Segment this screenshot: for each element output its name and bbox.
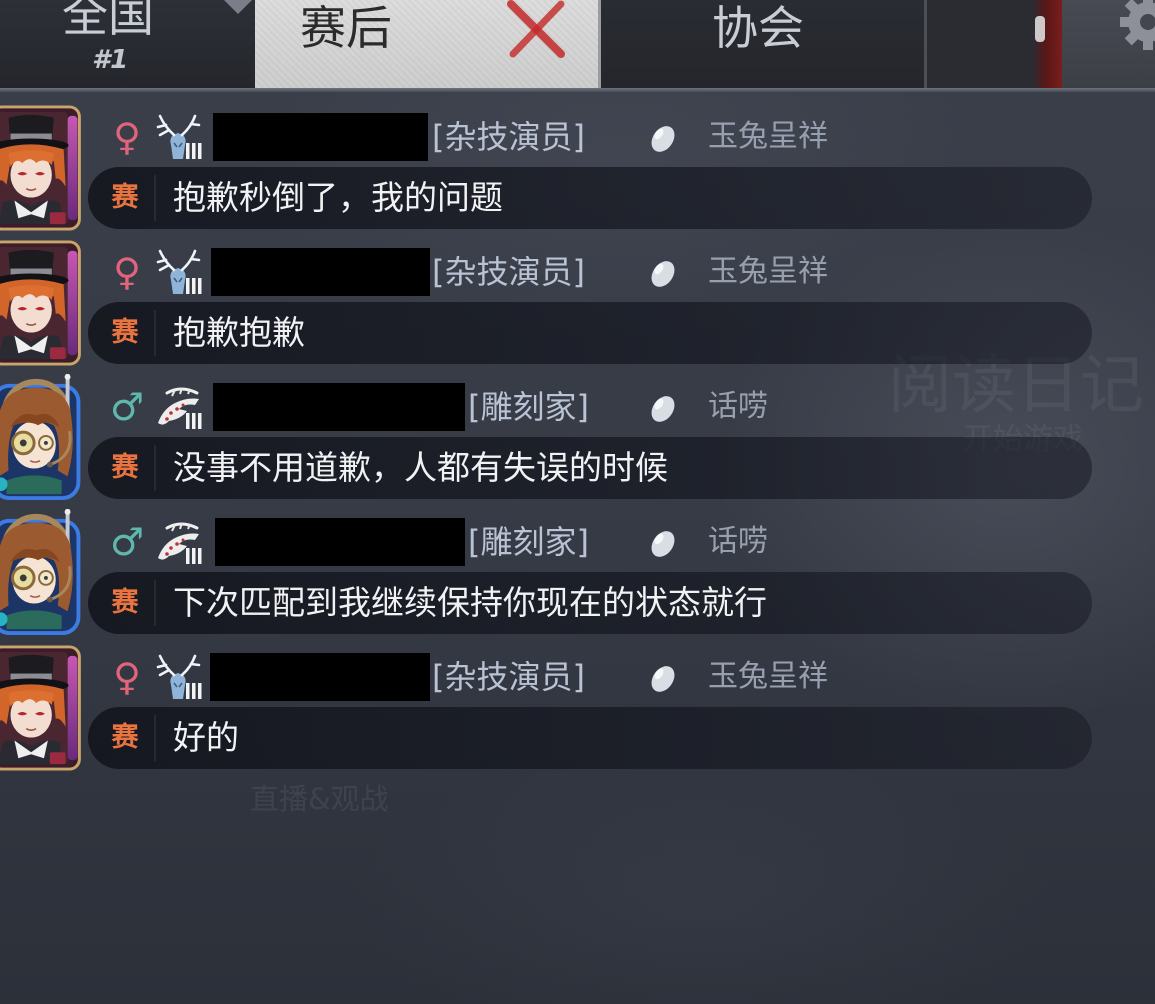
badge-icon <box>646 392 680 424</box>
player-title: 玉兔呈祥 <box>708 119 828 154</box>
hat-gentleman-avatar <box>0 645 81 771</box>
channel-tag: 赛 <box>111 317 139 348</box>
tab-association[interactable]: 协会 <box>601 0 924 88</box>
antler-rank-icon <box>155 653 205 701</box>
background-live-label: 直播&观战 <box>250 782 389 816</box>
serpent-rank-icon <box>155 383 205 431</box>
chat-message: ♂ [雕刻家] 话唠 赛 没事不用道歉，人都有失误的时候 <box>0 370 1100 505</box>
chat-screen: 阅读日记 开始游戏 直播&观战 全国 #1 赛后 协会 <box>0 0 1155 1004</box>
hat-gentleman-avatar <box>0 105 81 231</box>
player-avatar[interactable] <box>0 104 82 232</box>
player-avatar[interactable] <box>0 644 82 772</box>
player-avatar[interactable] <box>0 239 82 367</box>
player-title: 话唠 <box>708 389 768 424</box>
redacted-username[interactable] <box>213 113 428 161</box>
message-bubble: 赛 抱歉抱歉 <box>88 302 1092 364</box>
player-title: 玉兔呈祥 <box>708 254 828 289</box>
player-avatar[interactable] <box>0 509 82 637</box>
scroll-arrow-icon[interactable] <box>224 0 252 14</box>
tab-national[interactable]: 全国 #1 <box>0 0 255 88</box>
player-title: 玉兔呈祥 <box>708 659 828 694</box>
bubble-divider <box>154 310 156 356</box>
player-title: 话唠 <box>708 524 768 559</box>
tab-national-label: 全国 <box>62 0 154 42</box>
tab-post-match[interactable]: 赛后 <box>255 0 598 88</box>
chat-message: ♀ [杂技演员] 玉兔呈祥 赛 好的 <box>0 640 1100 775</box>
chat-message: ♂ [雕刻家] 话唠 赛 下次匹配到我继续保持你现在的状态就行 <box>0 505 1100 640</box>
badge-icon <box>646 662 680 694</box>
tab-national-rank: #1 <box>92 45 129 75</box>
redacted-username[interactable] <box>210 653 430 701</box>
message-text: 下次匹配到我继续保持你现在的状态就行 <box>173 583 767 622</box>
role-label: [杂技演员] <box>432 253 585 291</box>
message-text: 好的 <box>173 718 239 757</box>
message-text: 抱歉秒倒了，我的问题 <box>173 178 503 217</box>
gear-icon[interactable] <box>1108 0 1155 60</box>
x-mark-icon <box>507 0 565 58</box>
message-bubble: 赛 抱歉秒倒了，我的问题 <box>88 167 1092 229</box>
tab-extra[interactable] <box>927 0 1062 88</box>
tab-bar-edge <box>0 88 1155 92</box>
message-bubble: 赛 没事不用道歉，人都有失误的时候 <box>88 437 1092 499</box>
tab-association-label: 协会 <box>712 1 804 55</box>
bubble-divider <box>154 580 156 626</box>
role-label: [杂技演员] <box>432 118 585 156</box>
female-icon: ♀ <box>113 250 141 294</box>
male-icon: ♂ <box>109 520 145 564</box>
channel-tag: 赛 <box>111 182 139 213</box>
hat-gentleman-avatar <box>0 240 81 366</box>
channel-tag: 赛 <box>111 587 139 618</box>
tab-notch-icon <box>1035 16 1045 42</box>
message-bubble: 赛 下次匹配到我继续保持你现在的状态就行 <box>88 572 1092 634</box>
male-icon: ♂ <box>109 385 145 429</box>
channel-tag: 赛 <box>111 722 139 753</box>
goggles-girl-avatar <box>0 374 82 502</box>
female-icon: ♀ <box>113 115 141 159</box>
redacted-username[interactable] <box>213 383 465 431</box>
role-label: [雕刻家] <box>468 388 589 426</box>
role-label: [雕刻家] <box>468 523 589 561</box>
female-icon: ♀ <box>113 655 141 699</box>
bubble-divider <box>154 175 156 221</box>
antler-rank-icon <box>155 113 205 161</box>
chat-message: ♀ [杂技演员] 玉兔呈祥 赛 抱歉抱歉 <box>0 235 1100 370</box>
badge-icon <box>646 527 680 559</box>
redacted-username[interactable] <box>215 518 465 566</box>
message-text: 没事不用道歉，人都有失误的时候 <box>173 448 668 487</box>
role-label: [杂技演员] <box>432 658 585 696</box>
redacted-username[interactable] <box>211 248 430 296</box>
badge-icon <box>646 257 680 289</box>
bubble-divider <box>154 445 156 491</box>
serpent-rank-icon <box>155 518 205 566</box>
chat-message: ♀ [杂技演员] 玉兔呈祥 赛 抱歉秒倒了，我的问题 <box>0 100 1100 235</box>
badge-icon <box>646 122 680 154</box>
message-bubble: 赛 好的 <box>88 707 1092 769</box>
antler-rank-icon <box>155 248 205 296</box>
channel-tab-bar: 全国 #1 赛后 协会 <box>0 0 1155 92</box>
bubble-divider <box>154 715 156 761</box>
settings-area <box>1062 0 1155 88</box>
channel-tag: 赛 <box>111 452 139 483</box>
goggles-girl-avatar <box>0 509 82 637</box>
message-text: 抱歉抱歉 <box>173 313 305 352</box>
tab-post-match-label: 赛后 <box>300 1 392 55</box>
player-avatar[interactable] <box>0 374 82 502</box>
